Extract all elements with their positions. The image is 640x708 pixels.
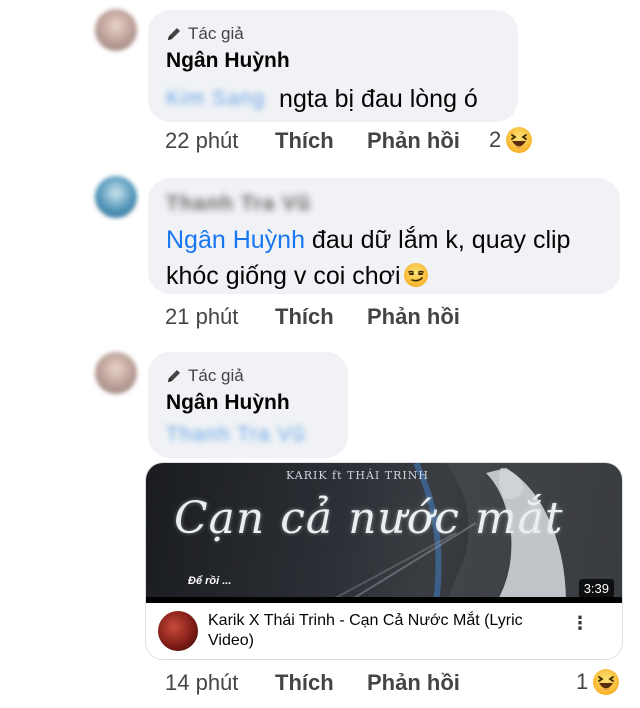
comment-actions: 22 phút Thích Phản hồi — [165, 128, 460, 154]
mention-link[interactable]: Kim Sang — [166, 87, 265, 111]
haha-icon — [506, 127, 533, 153]
video-link-card[interactable]: KARIK ft THÁI TRINH Cạn cả nước mắt Để r… — [145, 462, 623, 660]
video-info[interactable]: Karik X Thái Trinh - Cạn Cả Nước Mắt (Ly… — [146, 603, 622, 659]
reply-button[interactable]: Phản hồi — [367, 304, 460, 330]
smirk-icon — [403, 263, 428, 287]
comment-bubble: Tác giả Ngân Huỳnh Thanh Tra Vũ — [148, 352, 348, 458]
comment-text: ngta bị đau lòng ó — [279, 85, 478, 113]
badge-label: Tác giả — [188, 366, 244, 385]
reaction-count[interactable]: 1 — [576, 668, 620, 696]
like-button[interactable]: Thích — [275, 304, 367, 330]
channel-avatar[interactable] — [158, 611, 198, 651]
thumbnail-caption: Để rồi ... — [188, 575, 232, 587]
reply-button[interactable]: Phản hồi — [367, 670, 460, 696]
author-badge: Tác giả — [166, 364, 330, 388]
comment-bubble: Tác giả Ngân Huỳnh Kim Sang ngta bị đau … — [148, 10, 518, 122]
comment-actions: 14 phút Thích Phản hồi — [165, 670, 460, 696]
video-thumbnail[interactable]: KARIK ft THÁI TRINH Cạn cả nước mắt Để r… — [146, 463, 622, 603]
comment-bubble: Thanh Tra Vũ Ngân Huỳnh đau dữ lắm k, qu… — [148, 178, 620, 294]
comment-time[interactable]: 14 phút — [165, 670, 275, 696]
video-credit: KARIK ft THÁI TRINH — [286, 469, 429, 482]
comment-time[interactable]: 21 phút — [165, 304, 275, 330]
reply-button[interactable]: Phản hồi — [367, 128, 460, 154]
avatar[interactable] — [95, 352, 137, 394]
author-badge: Tác giả — [166, 22, 500, 46]
mention-link[interactable]: Ngân Huỳnh — [166, 226, 305, 254]
reaction-count[interactable]: 2 — [489, 126, 533, 154]
like-button[interactable]: Thích — [275, 670, 367, 696]
thumbnail-title: Cạn cả nước mắt — [174, 493, 564, 544]
haha-icon — [593, 669, 620, 695]
avatar[interactable] — [95, 176, 137, 218]
badge-label: Tác giả — [188, 24, 244, 43]
comment-author[interactable]: Thanh Tra Vũ — [166, 192, 602, 216]
comment-actions: 21 phút Thích Phản hồi — [165, 304, 460, 330]
comment-time[interactable]: 22 phút — [165, 128, 275, 154]
comment-author[interactable]: Ngân Huỳnh — [166, 391, 330, 415]
reaction-count-value: 1 — [576, 669, 589, 694]
video-title[interactable]: Karik X Thái Trinh - Cạn Cả Nước Mắt (Ly… — [208, 611, 563, 651]
pencil-icon — [168, 370, 180, 382]
reaction-count-value: 2 — [489, 127, 502, 152]
mention-link[interactable]: Thanh Tra Vũ — [166, 423, 305, 447]
comment-body: Ngân Huỳnh đau dữ lắm k, quay clip khóc … — [166, 222, 602, 294]
like-button[interactable]: Thích — [275, 128, 367, 154]
pencil-icon — [168, 28, 180, 40]
avatar[interactable] — [95, 9, 137, 51]
more-options-icon[interactable]: ⋮ — [571, 613, 589, 634]
comment-author[interactable]: Ngân Huỳnh — [166, 49, 500, 73]
video-duration: 3:39 — [578, 579, 614, 598]
